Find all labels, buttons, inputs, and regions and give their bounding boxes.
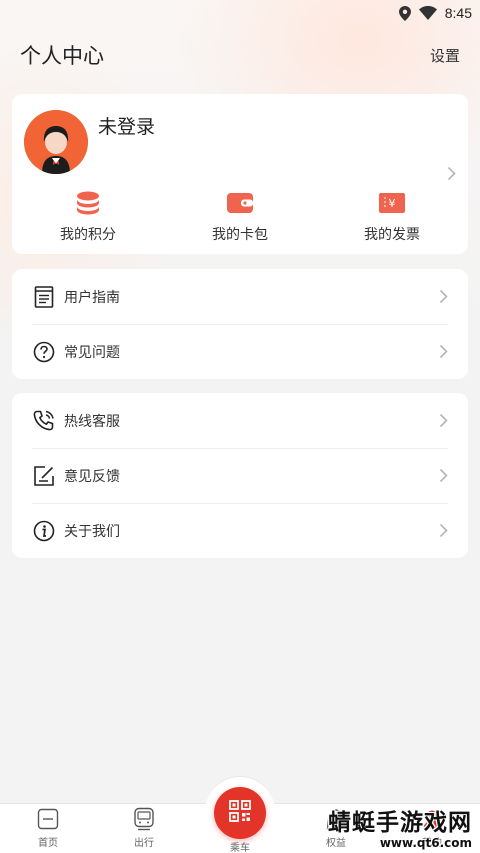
- menu-item-label: 意见反馈: [64, 468, 120, 485]
- tab-label: 乘车: [230, 843, 250, 853]
- chevron-right-icon: [439, 344, 448, 363]
- question-icon: [32, 340, 56, 364]
- watermark: 蜻蜓手游戏网 www.qt6.com: [328, 810, 472, 850]
- header: 个人中心 设置: [20, 38, 460, 72]
- chevron-right-icon: [439, 468, 448, 487]
- tab-home[interactable]: 首页: [0, 804, 96, 853]
- settings-button[interactable]: 设置: [430, 45, 460, 66]
- status-time: 8:45: [444, 5, 472, 21]
- quick-links: 我的积分 我的卡包 ¥ 我的发票: [12, 190, 468, 246]
- menu-item-about-us[interactable]: 关于我们: [12, 503, 468, 558]
- menu-group-service: 热线客服 意见反馈 关于我们: [12, 393, 468, 558]
- menu-item-feedback[interactable]: 意见反馈: [12, 448, 468, 503]
- tab-ride-scan-button[interactable]: [214, 787, 266, 839]
- train-icon: [133, 807, 155, 831]
- page-title: 个人中心: [20, 44, 104, 68]
- profile-card[interactable]: 未登录 我的积分 我的卡包 ¥ 我的发票: [12, 94, 468, 254]
- menu-item-label: 热线客服: [64, 413, 120, 430]
- tab-travel[interactable]: 出行: [96, 804, 192, 853]
- menu-item-label: 常见问题: [64, 344, 120, 361]
- phone-icon: [32, 409, 56, 433]
- my-cards-button[interactable]: 我的卡包: [180, 190, 300, 246]
- invoice-icon: ¥: [378, 190, 406, 216]
- wallet-card-icon: [226, 190, 254, 216]
- my-invoices-label: 我的发票: [364, 227, 420, 243]
- menu-group-help: 用户指南 常见问题: [12, 269, 468, 379]
- chevron-right-icon: [439, 289, 448, 308]
- qr-code-icon: [228, 799, 252, 827]
- menu-item-label: 用户指南: [64, 289, 120, 306]
- watermark-title: 蜻蜓手游戏网: [328, 810, 472, 836]
- wifi-icon: [418, 6, 437, 20]
- location-icon: [398, 5, 411, 21]
- my-points-button[interactable]: 我的积分: [28, 190, 148, 246]
- status-bar: 8:45: [0, 0, 480, 26]
- feedback-edit-icon: [32, 464, 56, 488]
- username-label[interactable]: 未登录: [98, 112, 155, 139]
- guide-document-icon: [32, 285, 56, 309]
- chevron-right-icon[interactable]: [447, 166, 456, 185]
- svg-text:¥: ¥: [389, 197, 396, 210]
- watermark-url: www.qt6.com: [379, 836, 472, 850]
- menu-item-hotline[interactable]: 热线客服: [12, 393, 468, 448]
- my-cards-label: 我的卡包: [212, 227, 268, 243]
- menu-item-faq[interactable]: 常见问题: [12, 324, 468, 379]
- tab-label: 出行: [134, 838, 154, 849]
- chevron-right-icon: [439, 413, 448, 432]
- points-coins-icon: [75, 190, 101, 216]
- tab-label: 首页: [38, 838, 58, 849]
- chevron-right-icon: [439, 523, 448, 542]
- info-icon: [32, 519, 56, 543]
- menu-item-user-guide[interactable]: 用户指南: [12, 269, 468, 324]
- menu-item-label: 关于我们: [64, 523, 120, 540]
- my-invoices-button[interactable]: ¥ 我的发票: [332, 190, 452, 246]
- home-icon: [37, 807, 59, 831]
- my-points-label: 我的积分: [60, 227, 116, 243]
- avatar[interactable]: [24, 110, 88, 174]
- avatar-person-icon: [24, 110, 88, 174]
